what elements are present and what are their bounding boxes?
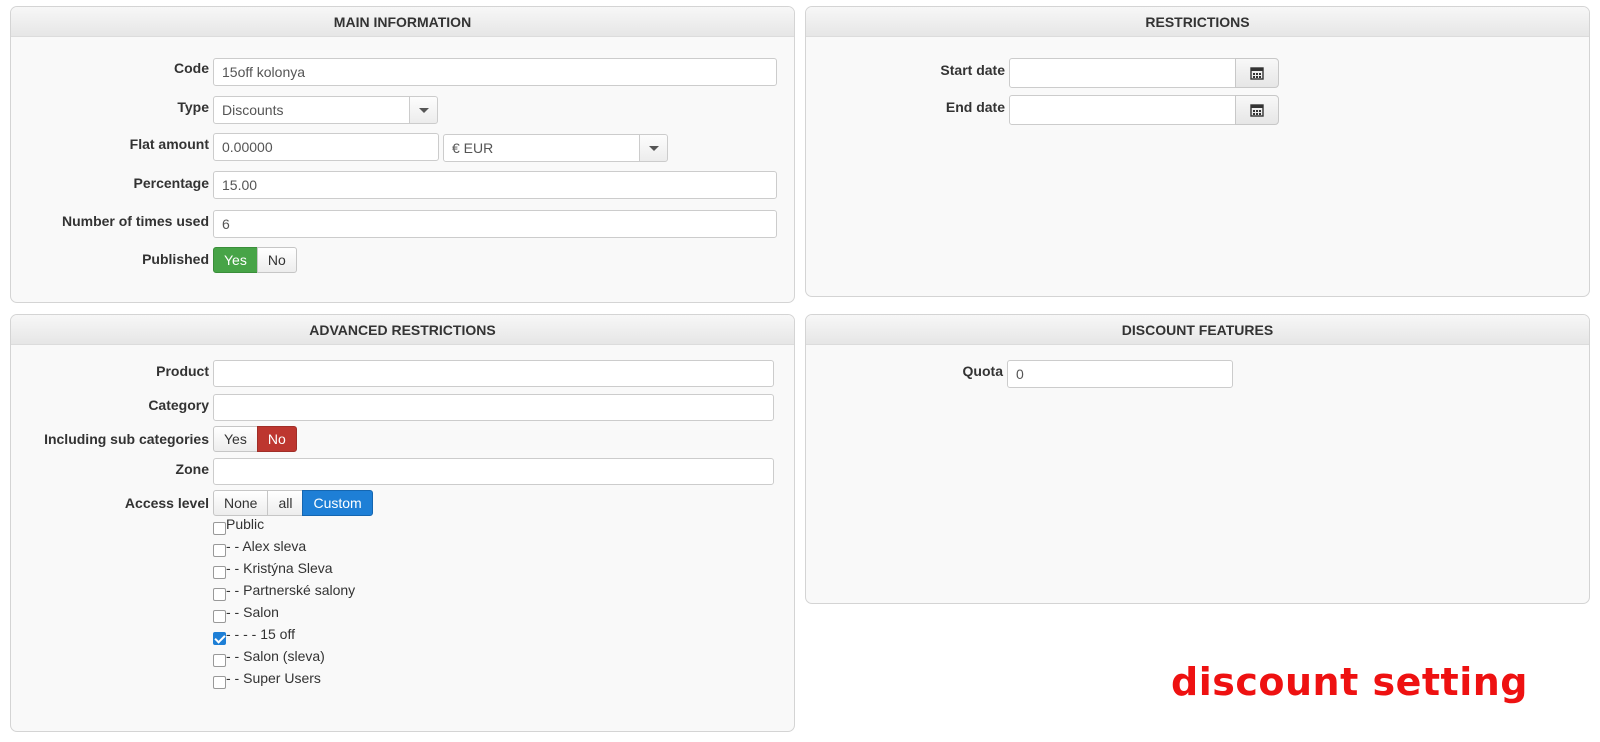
access-group-label: - - Salon xyxy=(226,604,279,620)
product-label: Product xyxy=(156,363,209,379)
product-input[interactable] xyxy=(213,360,774,387)
main-information-panel: MAIN INFORMATION Code 15off kolonya Type… xyxy=(10,6,795,303)
access-group-checkbox[interactable] xyxy=(213,588,226,601)
flat-amount-input[interactable]: 0.00000 xyxy=(213,133,439,161)
access-group-label: - - Super Users xyxy=(226,670,321,686)
access-group-label: - - Kristýna Sleva xyxy=(226,560,333,576)
access-group-checkbox-checked[interactable] xyxy=(213,632,226,645)
code-input[interactable]: 15off kolonya xyxy=(213,58,777,86)
watermark-caption: discount setting xyxy=(1171,660,1528,704)
access-group-label: - - Alex sleva xyxy=(226,538,307,554)
calendar-icon xyxy=(1250,104,1264,117)
flat-amount-label: Flat amount xyxy=(129,136,209,152)
currency-select[interactable]: € EUR xyxy=(443,134,640,162)
start-date-calendar-button[interactable] xyxy=(1235,58,1279,88)
type-select-toggle[interactable] xyxy=(409,96,438,124)
access-group-checkbox[interactable] xyxy=(213,566,226,579)
access-all-button[interactable]: all xyxy=(267,490,304,516)
access-group-label: - - Partnerské salony xyxy=(226,582,356,598)
end-date-input[interactable] xyxy=(1009,95,1236,125)
subcategories-no-button[interactable]: No xyxy=(256,426,297,452)
access-custom-button[interactable]: Custom xyxy=(302,490,373,516)
access-group-label: - - Salon (sleva) xyxy=(226,648,325,664)
access-group-item: - - Salon xyxy=(213,604,279,624)
access-group-checkbox[interactable] xyxy=(213,544,226,557)
subcategories-label: Including sub categories xyxy=(44,431,209,447)
discount-features-title: DISCOUNT FEATURES xyxy=(806,315,1589,345)
times-used-label: Number of times used xyxy=(61,213,209,229)
percentage-input[interactable]: 15.00 xyxy=(213,171,777,199)
access-group-label: - - - - 15 off xyxy=(226,626,295,642)
start-date-input[interactable] xyxy=(1009,58,1236,88)
access-group-item: - - Partnerské salony xyxy=(213,582,355,602)
access-group-item: - - Alex sleva xyxy=(213,538,306,558)
zone-input[interactable] xyxy=(213,458,774,485)
published-yes-button[interactable]: Yes xyxy=(213,247,258,273)
currency-select-toggle[interactable] xyxy=(639,134,668,162)
advanced-restrictions-title: ADVANCED RESTRICTIONS xyxy=(11,315,794,345)
percentage-label: Percentage xyxy=(133,175,209,191)
chevron-down-icon xyxy=(419,108,429,113)
published-toggle: Yes No xyxy=(213,247,297,273)
code-label: Code xyxy=(174,60,209,76)
advanced-restrictions-panel: ADVANCED RESTRICTIONS Product Category I… xyxy=(10,314,795,732)
access-group-checkbox[interactable] xyxy=(213,654,226,667)
times-used-input[interactable]: 6 xyxy=(213,210,777,238)
category-label: Category xyxy=(148,397,209,413)
access-group-item: - - Kristýna Sleva xyxy=(213,560,333,580)
restrictions-title: RESTRICTIONS xyxy=(806,7,1589,37)
access-group-item: - - Salon (sleva) xyxy=(213,648,325,668)
published-label: Published xyxy=(142,251,209,267)
quota-input[interactable]: 0 xyxy=(1007,360,1233,388)
published-no-button[interactable]: No xyxy=(256,247,297,273)
discount-features-panel: DISCOUNT FEATURES Quota 0 xyxy=(805,314,1590,604)
type-label: Type xyxy=(177,99,209,115)
access-group-label: Public xyxy=(226,516,265,532)
restrictions-panel: RESTRICTIONS Start date End date xyxy=(805,6,1590,297)
access-level-toggle: None all Custom xyxy=(213,490,373,516)
access-group-checkbox[interactable] xyxy=(213,610,226,623)
calendar-icon xyxy=(1250,67,1264,80)
end-date-label: End date xyxy=(945,99,1005,115)
subcategories-toggle: Yes No xyxy=(213,426,297,452)
access-group-item: - - Super Users xyxy=(213,670,321,690)
type-select[interactable]: Discounts xyxy=(213,96,410,124)
zone-label: Zone xyxy=(175,461,209,477)
subcategories-yes-button[interactable]: Yes xyxy=(213,426,258,452)
access-group-checkbox[interactable] xyxy=(213,522,226,535)
access-level-label: Access level xyxy=(124,495,209,511)
main-information-title: MAIN INFORMATION xyxy=(11,7,794,37)
end-date-calendar-button[interactable] xyxy=(1235,95,1279,125)
access-group-checkbox[interactable] xyxy=(213,676,226,689)
quota-label: Quota xyxy=(962,363,1003,379)
access-group-item: - - - - 15 off xyxy=(213,626,295,646)
start-date-label: Start date xyxy=(940,62,1005,78)
category-input[interactable] xyxy=(213,394,774,421)
access-none-button[interactable]: None xyxy=(213,490,269,516)
access-group-item: Public xyxy=(213,516,264,536)
chevron-down-icon xyxy=(649,146,659,151)
